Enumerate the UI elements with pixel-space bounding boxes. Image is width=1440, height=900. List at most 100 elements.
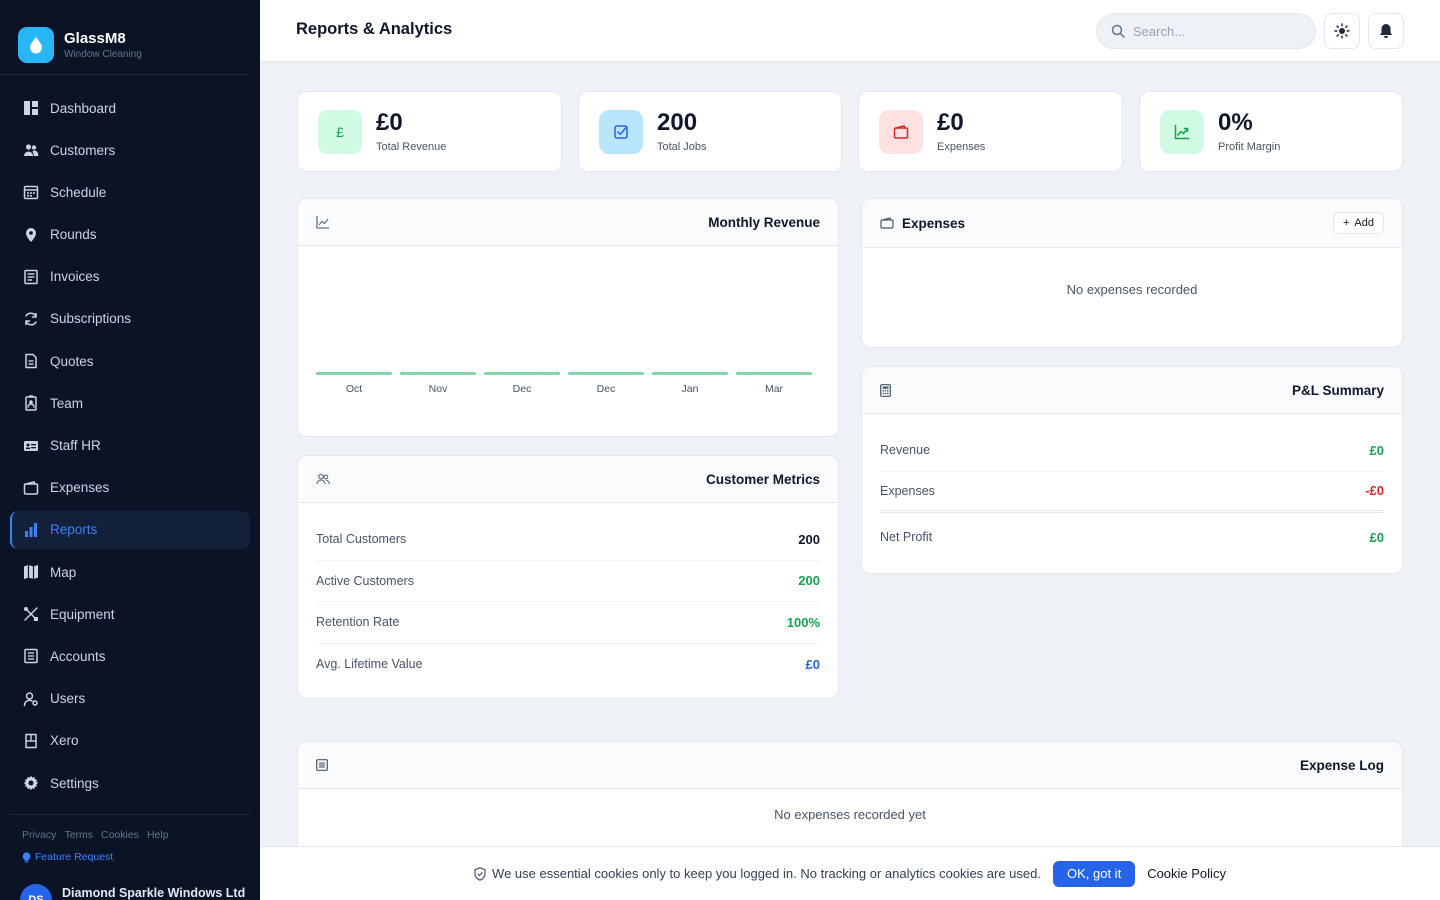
- footer-link-privacy[interactable]: Privacy: [22, 829, 56, 841]
- stat-value: £0: [376, 108, 403, 136]
- top-header: Reports & Analytics: [260, 0, 1440, 62]
- sidebar: GlassM8 Window Cleaning Dashboard Custome…: [0, 0, 260, 900]
- sidebar-item-label: Rounds: [50, 227, 97, 243]
- sidebar-item-label: Map: [50, 564, 77, 580]
- metric-label: Avg. Lifetime Value: [316, 657, 423, 672]
- stat-label: Profit Margin: [1218, 140, 1281, 153]
- notifications-button[interactable]: [1368, 13, 1404, 49]
- wallet-icon: [879, 109, 923, 154]
- page-title: Reports & Analytics: [296, 20, 453, 38]
- expenses-card-title: Expenses: [902, 215, 966, 231]
- sidebar-item-label: Schedule: [50, 184, 107, 200]
- add-expense-button[interactable]: + Add: [1332, 212, 1384, 234]
- sidebar-item-accounts[interactable]: Accounts: [10, 637, 250, 675]
- accept-cookies-button[interactable]: OK, got it: [1052, 860, 1136, 887]
- sidebar-item-reports[interactable]: Reports: [10, 510, 250, 549]
- sidebar-item-schedule[interactable]: Schedule: [10, 173, 250, 211]
- sidebar-item-staff-hr[interactable]: Staff HR: [10, 427, 250, 465]
- feature-request-link[interactable]: Feature Request: [0, 841, 260, 863]
- cookie-policy-link[interactable]: Cookie Policy: [1147, 866, 1226, 881]
- bar-chart-icon: [23, 522, 39, 538]
- wallet-icon: [23, 480, 39, 496]
- sidebar-footer: Privacy Terms Cookies Help Feature Request …: [0, 814, 260, 900]
- metric-label: Revenue: [880, 443, 931, 458]
- sidebar-item-label: Xero: [50, 733, 79, 749]
- stat-card-expenses: £0 Expenses: [858, 91, 1123, 172]
- monthly-revenue-title: Monthly Revenue: [708, 214, 820, 230]
- theme-toggle-button[interactable]: [1324, 13, 1360, 49]
- search-input[interactable]: [1133, 23, 1303, 39]
- monthly-revenue-chart: Oct Nov Dec Dec Jan Mar: [316, 372, 812, 395]
- metric-value: 200: [798, 573, 820, 589]
- revenue-bar[interactable]: [484, 372, 560, 375]
- sidebar-item-settings[interactable]: Settings: [10, 764, 250, 802]
- metric-row: Total Customers 200: [316, 519, 820, 561]
- metric-row: Avg. Lifetime Value £0: [316, 644, 820, 686]
- sidebar-item-expenses[interactable]: Expenses: [10, 469, 250, 507]
- feature-request-label: Feature Request: [35, 851, 114, 863]
- metric-value: 100%: [786, 614, 820, 630]
- sidebar-item-label: Equipment: [50, 606, 115, 622]
- metric-value: £0: [805, 656, 820, 672]
- pound-icon: £: [318, 109, 362, 154]
- x-tick-label: Oct: [346, 383, 362, 395]
- sidebar-item-invoices[interactable]: Invoices: [10, 258, 250, 296]
- line-chart-icon: [316, 216, 329, 229]
- footer-link-cookies[interactable]: Cookies: [101, 829, 139, 841]
- revenue-bar[interactable]: [400, 372, 476, 375]
- metric-label: Net Profit: [880, 530, 933, 544]
- sidebar-item-quotes[interactable]: Quotes: [10, 342, 250, 380]
- bell-icon: [1380, 24, 1392, 38]
- stat-value: 0%: [1218, 108, 1253, 136]
- location-pin-icon: [23, 227, 39, 243]
- metric-label: Active Customers: [316, 573, 414, 588]
- sidebar-item-label: Subscriptions: [50, 311, 132, 327]
- sidebar-item-dashboard[interactable]: Dashboard: [10, 89, 250, 127]
- sidebar-item-equipment[interactable]: Equipment: [10, 595, 250, 633]
- sidebar-item-users[interactable]: Users: [10, 680, 250, 718]
- pl-summary-title: P&L Summary: [1291, 382, 1384, 398]
- metric-label: Total Customers: [316, 532, 407, 547]
- sidebar-item-xero[interactable]: Xero: [10, 722, 250, 760]
- sidebar-item-team[interactable]: Team: [10, 384, 250, 422]
- metric-label: Retention Rate: [316, 615, 400, 630]
- sidebar-nav: Dashboard Customers Schedule Rounds Invoices…: [0, 75, 260, 802]
- monthly-revenue-card: Monthly Revenue Oct Nov Dec Dec Jan Mar: [297, 198, 839, 437]
- stat-card-profit-margin: 0% Profit Margin: [1139, 91, 1403, 172]
- brand-name: GlassM8: [64, 30, 126, 47]
- expense-log-card: Expense Log No expenses recorded yet: [297, 741, 1403, 857]
- add-expense-label: Add: [1354, 217, 1374, 229]
- expenses-empty-state: No expenses recorded: [1066, 282, 1198, 297]
- x-tick-label: Mar: [765, 383, 784, 395]
- footer-link-terms[interactable]: Terms: [64, 829, 93, 841]
- customers-icon: [23, 142, 39, 158]
- footer-link-help[interactable]: Help: [147, 829, 169, 841]
- search-icon: [1111, 24, 1125, 38]
- stat-card-total-jobs: 200 Total Jobs: [578, 91, 842, 172]
- metric-label: Expenses: [880, 483, 935, 498]
- avatar: DS: [20, 884, 52, 900]
- revenue-bar[interactable]: [316, 372, 392, 375]
- lightbulb-icon: [22, 852, 31, 862]
- revenue-bar[interactable]: [568, 372, 644, 375]
- invoice-icon: [23, 269, 39, 285]
- brand[interactable]: GlassM8 Window Cleaning: [0, 0, 250, 75]
- search-box[interactable]: [1096, 13, 1316, 49]
- stat-label: Expenses: [937, 140, 986, 153]
- sidebar-item-subscriptions[interactable]: Subscriptions: [10, 300, 250, 338]
- calculator-icon: [880, 383, 891, 397]
- sidebar-item-map[interactable]: Map: [10, 553, 250, 591]
- sidebar-item-customers[interactable]: Customers: [10, 131, 250, 169]
- metric-value: 200: [798, 531, 820, 547]
- sidebar-item-label: Accounts: [50, 648, 106, 664]
- organisation-switcher[interactable]: DS Diamond Sparkle Windows Ltd: [0, 884, 245, 900]
- users-icon: [316, 473, 330, 485]
- id-card-icon: [23, 438, 39, 454]
- metric-value: £0: [1369, 442, 1384, 458]
- revenue-bar[interactable]: [652, 372, 728, 375]
- user-icon: [23, 691, 39, 707]
- organisation-name: Diamond Sparkle Windows Ltd: [62, 886, 246, 900]
- sidebar-item-rounds[interactable]: Rounds: [10, 216, 250, 254]
- revenue-bar[interactable]: [736, 372, 812, 375]
- plus-icon: +: [1342, 217, 1350, 229]
